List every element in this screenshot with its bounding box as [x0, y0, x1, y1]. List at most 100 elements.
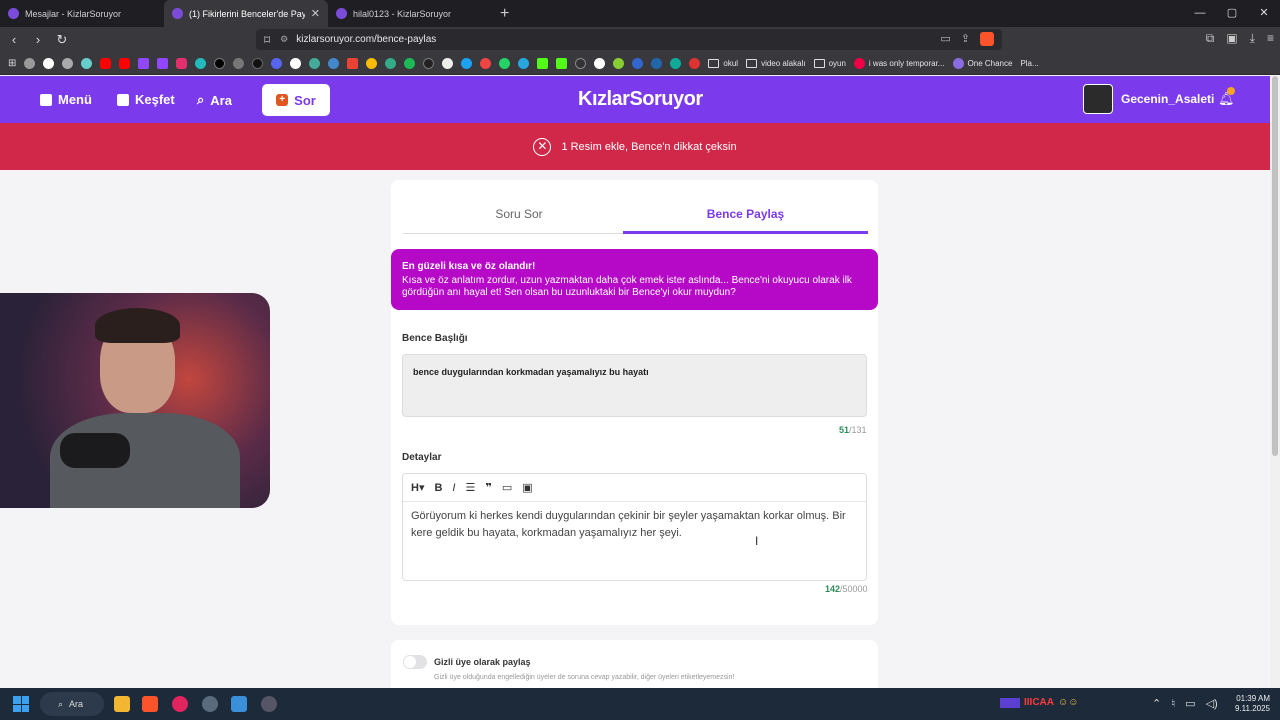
- file-explorer-icon[interactable]: [114, 696, 130, 712]
- photos-icon[interactable]: [231, 696, 247, 712]
- windows-start-icon[interactable]: [13, 696, 29, 712]
- twitch-icon[interactable]: [157, 57, 169, 69]
- apps-icon[interactable]: ⊞: [8, 58, 16, 69]
- tiktok-icon[interactable]: [252, 57, 264, 69]
- maximize-icon[interactable]: ▢: [1216, 0, 1248, 27]
- youtube-icon[interactable]: [119, 57, 131, 69]
- menu-icon[interactable]: ≡: [1267, 31, 1274, 46]
- address-bar[interactable]: ⌑ ⚙ kizlarsoruyor.com/bence-paylas ▭ ⇪: [256, 29, 1002, 50]
- notifications-button[interactable]: 🔔︎: [1218, 87, 1235, 106]
- quote-icon[interactable]: ❞: [485, 481, 491, 494]
- bookmark-site-icon[interactable]: [423, 57, 435, 69]
- bookmark-site-icon[interactable]: [689, 57, 701, 69]
- bookmark-site-icon[interactable]: [575, 57, 587, 69]
- telegram-icon[interactable]: [518, 57, 530, 69]
- kick-icon[interactable]: [556, 57, 568, 69]
- google-icon[interactable]: [43, 57, 55, 69]
- bookmark-site-icon[interactable]: [613, 57, 625, 69]
- mic-tray-icon[interactable]: ♮: [1171, 697, 1175, 710]
- bookmark-site-icon[interactable]: [328, 57, 340, 69]
- volume-icon[interactable]: ◁): [1206, 697, 1218, 710]
- share-icon[interactable]: ⇪: [961, 32, 970, 46]
- bookmark-site-icon[interactable]: [195, 57, 207, 69]
- brave-shields-icon[interactable]: [980, 32, 994, 46]
- image-icon[interactable]: ▭: [502, 481, 512, 494]
- gmail-icon[interactable]: [347, 57, 359, 69]
- github-icon[interactable]: [442, 57, 454, 69]
- user-profile[interactable]: Gecenin_Asaleti: [1083, 84, 1214, 114]
- wallet-icon[interactable]: ▣: [1226, 31, 1237, 46]
- heading-icon[interactable]: H▾: [411, 481, 424, 494]
- bookmark-site-icon[interactable]: [233, 57, 245, 69]
- taskbar-search[interactable]: ⌕ Ara: [40, 692, 104, 716]
- close-circle-icon[interactable]: ✕: [533, 137, 552, 156]
- browser-tab[interactable]: Mesajlar - KizlarSoruyor: [0, 0, 164, 27]
- forward-icon[interactable]: ›: [28, 32, 48, 47]
- menu-button[interactable]: Menü: [40, 92, 92, 107]
- details-editor: H▾ B I ☰ ❞ ▭ ▣ Görüyorum ki herkes kendi…: [402, 473, 867, 581]
- bookmark-folder[interactable]: oyun: [813, 58, 846, 68]
- site-logo[interactable]: KızlarSoruyor: [578, 88, 703, 111]
- bookmark-link[interactable]: Pla...: [1020, 59, 1038, 68]
- italic-icon[interactable]: I: [452, 482, 455, 494]
- browser-tab[interactable]: hilal0123 - KizlarSoruyor: [328, 0, 492, 27]
- back-icon[interactable]: ‹: [4, 32, 24, 47]
- bookmark-site-icon[interactable]: [670, 57, 682, 69]
- twitch-icon[interactable]: [138, 57, 150, 69]
- explore-button[interactable]: Keşfet: [117, 92, 175, 107]
- bookmark-icon[interactable]: ⌑: [264, 33, 270, 47]
- bookmark-site-icon[interactable]: [290, 57, 302, 69]
- clock[interactable]: 01:39 AM 9.11.2025: [1235, 694, 1270, 714]
- chevron-up-icon[interactable]: ⌃: [1152, 697, 1161, 710]
- openai-icon[interactable]: [62, 57, 74, 69]
- bookmark-site-icon[interactable]: [651, 57, 663, 69]
- bookmark-site-icon[interactable]: [632, 57, 644, 69]
- close-window-icon[interactable]: ✕: [1248, 0, 1280, 27]
- video-icon[interactable]: ▣: [522, 481, 532, 494]
- kick-icon[interactable]: [537, 57, 549, 69]
- new-tab-icon[interactable]: +: [500, 5, 509, 23]
- bullet-list-icon[interactable]: ☰: [465, 481, 475, 494]
- ask-button[interactable]: + Sor: [262, 84, 330, 116]
- tab-share-bence[interactable]: Bence Paylaş: [623, 200, 868, 234]
- history-icon[interactable]: [24, 57, 36, 69]
- title-input[interactable]: bence duygularından korkmadan yaşamalıyı…: [402, 354, 867, 417]
- x-icon[interactable]: [214, 57, 226, 69]
- obs-icon[interactable]: [202, 696, 218, 712]
- reload-icon[interactable]: ↻: [52, 32, 72, 48]
- bookmark-site-icon[interactable]: [81, 57, 93, 69]
- youtube-icon[interactable]: [100, 57, 112, 69]
- whatsapp-icon[interactable]: [499, 57, 511, 69]
- bookmark-site-icon[interactable]: [385, 57, 397, 69]
- tab-ask-question[interactable]: Soru Sor: [403, 200, 635, 234]
- brave-browser-icon[interactable]: [142, 696, 158, 712]
- search-button[interactable]: ⌕ Ara: [197, 92, 232, 108]
- bookmark-folder[interactable]: video alakalı: [746, 58, 806, 68]
- anonymous-toggle[interactable]: [403, 655, 427, 669]
- bookmark-folder[interactable]: okul: [708, 58, 738, 68]
- bookmark-site-icon[interactable]: [309, 57, 321, 69]
- site-info-icon[interactable]: ⚙: [280, 34, 288, 45]
- instagram-icon[interactable]: [176, 57, 188, 69]
- scrollbar-thumb[interactable]: [1272, 76, 1278, 456]
- details-textarea[interactable]: Görüyorum ki herkes kendi duygularından …: [403, 502, 866, 548]
- media-player-icon[interactable]: [172, 696, 188, 712]
- download-icon[interactable]: ⤓: [1250, 31, 1255, 46]
- cast-icon[interactable]: ▭: [940, 32, 950, 46]
- extensions-icon[interactable]: ⧉: [1206, 31, 1215, 46]
- page-scrollbar[interactable]: [1270, 76, 1280, 688]
- network-icon[interactable]: ▭: [1185, 697, 1195, 710]
- bookmark-link[interactable]: One Chance: [952, 57, 1012, 69]
- drive-icon[interactable]: [366, 57, 378, 69]
- minimize-icon[interactable]: —: [1184, 0, 1216, 27]
- bookmark-link[interactable]: i was only temporar...: [853, 57, 945, 69]
- app-icon[interactable]: [261, 696, 277, 712]
- discord-icon[interactable]: [271, 57, 283, 69]
- spotify-icon[interactable]: [404, 57, 416, 69]
- close-tab-icon[interactable]: ✕: [311, 7, 320, 20]
- bookmark-site-icon[interactable]: [461, 57, 473, 69]
- bold-icon[interactable]: B: [434, 482, 442, 494]
- bookmark-site-icon[interactable]: [594, 57, 606, 69]
- bookmark-site-icon[interactable]: [480, 57, 492, 69]
- browser-tab-active[interactable]: (1) Fikirlerini Benceler'de Paylaş ✕: [164, 0, 328, 27]
